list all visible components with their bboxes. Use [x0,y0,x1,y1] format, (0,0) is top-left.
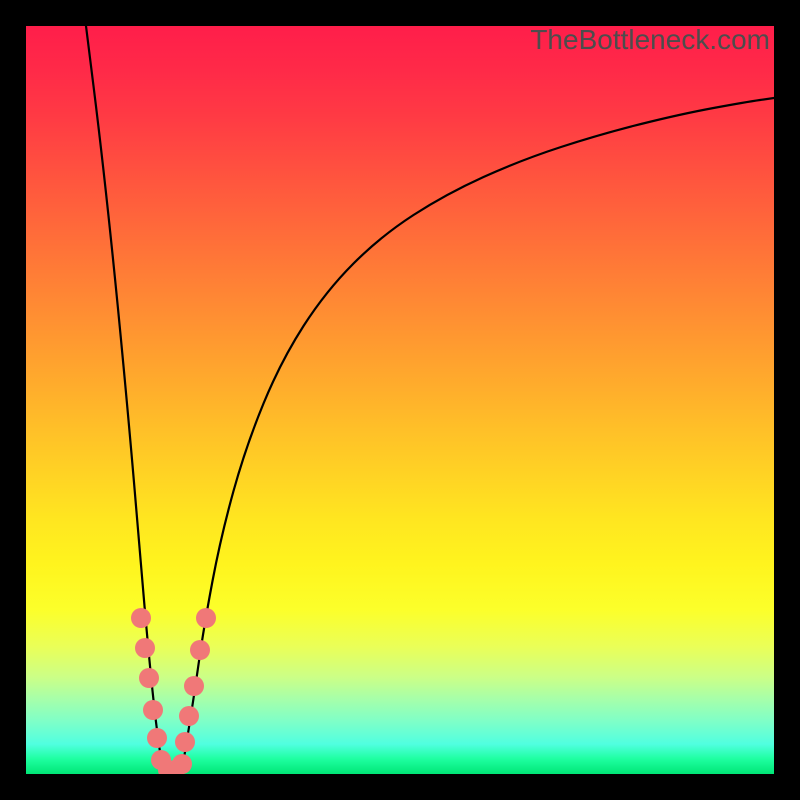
marker-group [131,608,216,774]
data-marker [179,706,199,726]
data-marker [131,608,151,628]
data-marker [175,732,195,752]
data-marker [172,754,192,774]
watermark-text: TheBottleneck.com [530,24,770,56]
chart-frame: TheBottleneck.com [0,0,800,800]
data-marker [135,638,155,658]
data-marker [190,640,210,660]
data-marker [184,676,204,696]
marker-layer [26,26,774,774]
data-marker [143,700,163,720]
data-marker [147,728,167,748]
data-marker [139,668,159,688]
data-marker [196,608,216,628]
plot-area [26,26,774,774]
